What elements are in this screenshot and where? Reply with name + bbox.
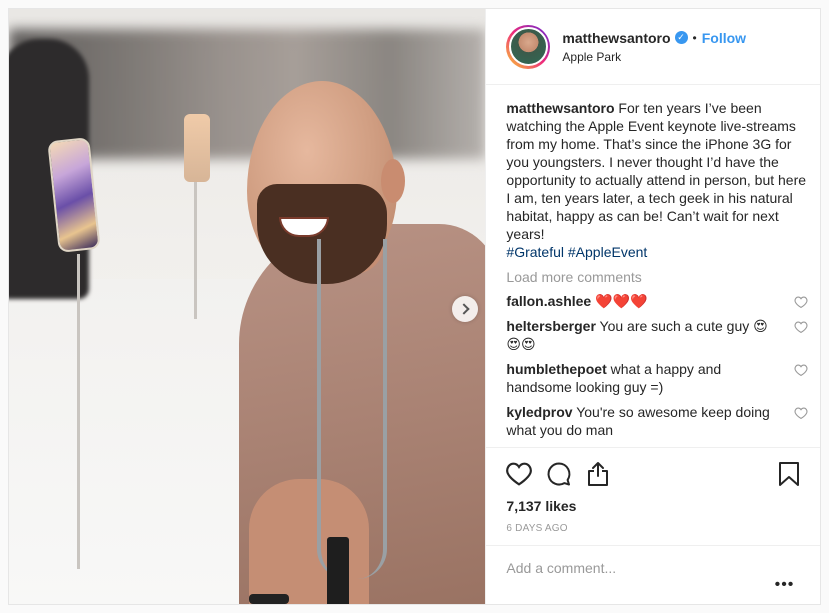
man-ear (381, 159, 405, 203)
comment-username[interactable]: humblethepoet (506, 361, 606, 377)
add-comment-section: ••• (486, 545, 821, 604)
post-timestamp[interactable]: 6 DAYS AGO (506, 523, 800, 534)
phone-stand (194, 179, 197, 319)
avatar[interactable] (508, 27, 548, 66)
post-caption: matthewsantoro For ten years I’ve been w… (506, 99, 806, 261)
share-icon[interactable] (586, 461, 610, 487)
separator-dot: • (692, 30, 697, 45)
comment-username[interactable]: fallon.ashlee (506, 293, 591, 309)
caption-username[interactable]: matthewsantoro (506, 100, 614, 116)
action-buttons (506, 460, 800, 488)
lanyard (317, 239, 387, 579)
heart-icon[interactable] (794, 296, 808, 308)
post-photo[interactable] (9, 9, 486, 604)
header-user-line: matthewsantoro ✓ • Follow (562, 30, 746, 46)
comment-icon[interactable] (546, 461, 572, 487)
header-text: matthewsantoro ✓ • Follow Apple Park (562, 30, 746, 64)
username-link[interactable]: matthewsantoro (562, 30, 670, 46)
chevron-right-icon[interactable] (452, 296, 478, 322)
comment-item: kyledprov You're so awesome keep doing w… (506, 403, 808, 439)
comment-item: humblethepoet what a happy and handsome … (506, 360, 808, 396)
comment-text: ❤️❤️❤️ (595, 293, 648, 309)
follow-button[interactable]: Follow (702, 30, 746, 46)
comments-list: matthewsantoro For ten years I’ve been w… (506, 99, 808, 439)
hashtag-link[interactable]: #AppleEvent (568, 244, 647, 260)
heart-icon[interactable] (794, 407, 808, 419)
verified-badge-icon: ✓ (674, 31, 688, 44)
iphone-display (184, 114, 210, 182)
post-sidebar: matthewsantoro ✓ • Follow Apple Park mat… (485, 9, 821, 604)
likes-count[interactable]: 7,137 likes (506, 498, 800, 514)
phone-stand (77, 254, 80, 569)
comment-username[interactable]: kyledprov (506, 404, 572, 420)
instagram-post: matthewsantoro ✓ • Follow Apple Park mat… (8, 8, 821, 605)
comment-input[interactable] (506, 560, 747, 576)
comment-item: fallon.ashlee ❤️❤️❤️ (506, 292, 808, 310)
hashtag-link[interactable]: #Grateful (506, 244, 564, 260)
bookmark-icon[interactable] (778, 461, 800, 487)
avatar-story-ring[interactable] (506, 24, 551, 69)
caption-text: For ten years I’ve been watching the App… (506, 100, 807, 242)
post-actions: 7,137 likes 6 DAYS AGO (486, 447, 821, 534)
location-link[interactable]: Apple Park (562, 50, 746, 64)
post-header: matthewsantoro ✓ • Follow Apple Park (486, 9, 821, 85)
heart-icon[interactable] (794, 364, 808, 376)
comment-username[interactable]: heltersberger (506, 318, 595, 334)
heart-icon[interactable] (794, 321, 808, 333)
wristband (249, 594, 289, 604)
comment-item: heltersberger You are such a cute guy 😍😍… (506, 317, 808, 353)
heart-icon[interactable] (506, 462, 533, 486)
more-options-icon[interactable]: ••• (775, 576, 795, 594)
event-badge (327, 537, 349, 604)
load-more-comments-button[interactable]: Load more comments (506, 269, 806, 285)
